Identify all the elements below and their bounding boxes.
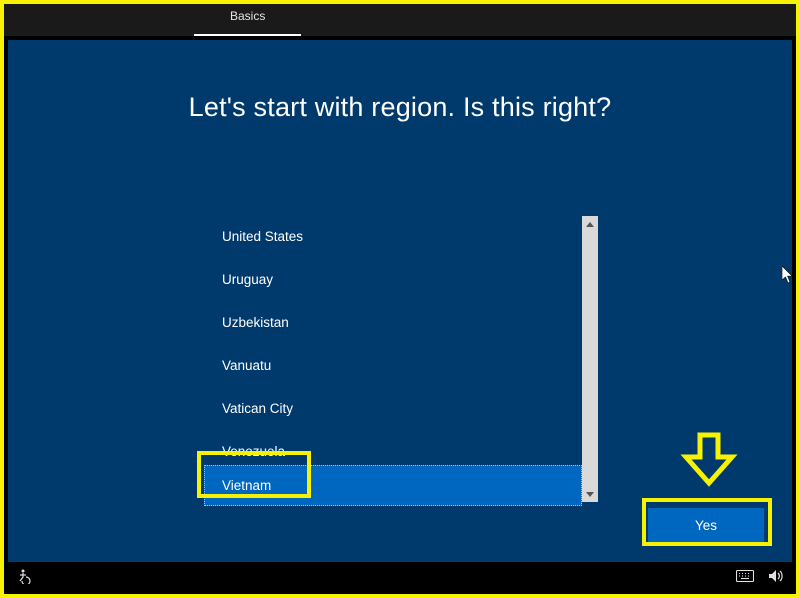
scroll-down-icon[interactable] [582,486,598,502]
bottom-bar [8,562,792,590]
yes-button-label: Yes [695,518,717,533]
volume-icon[interactable] [768,569,784,583]
tab-label: Basics [230,9,265,23]
list-item[interactable]: Vanuatu [204,345,582,386]
keyboard-icon[interactable] [736,570,754,582]
scroll-up-icon[interactable] [582,216,598,232]
tab-basics[interactable]: Basics [194,4,301,36]
window-frame: Basics Let's start with region. Is this … [0,0,800,598]
list-item-label: Vanuatu [222,358,271,373]
list-item[interactable]: United States [204,216,582,257]
list-item-label: Vietnam [222,478,271,493]
scroll-thumb[interactable] [582,232,598,486]
top-bar: Basics [4,4,796,36]
page-title: Let's start with region. Is this right? [8,92,792,123]
mouse-cursor-icon [782,266,794,287]
region-list: United States Uruguay Uzbekistan Vanuatu… [204,216,582,502]
list-item-selected[interactable]: Vietnam [204,465,582,506]
list-item-label: Uruguay [222,272,273,287]
list-item-label: Venezuela [222,444,285,459]
list-item[interactable]: Uzbekistan [204,302,582,343]
list-item[interactable]: Uruguay [204,259,582,300]
scrollbar[interactable] [582,216,598,502]
main-panel: Let's start with region. Is this right? … [8,40,792,562]
list-item[interactable]: Vatican City [204,388,582,429]
region-list-container: United States Uruguay Uzbekistan Vanuatu… [204,216,598,502]
list-item-label: United States [222,229,303,244]
list-item-label: Vatican City [222,401,293,416]
scroll-track[interactable] [582,232,598,486]
yes-button[interactable]: Yes [648,508,764,542]
accessibility-icon[interactable] [16,568,32,584]
list-item-label: Uzbekistan [222,315,289,330]
list-item[interactable]: Venezuela [204,431,582,463]
